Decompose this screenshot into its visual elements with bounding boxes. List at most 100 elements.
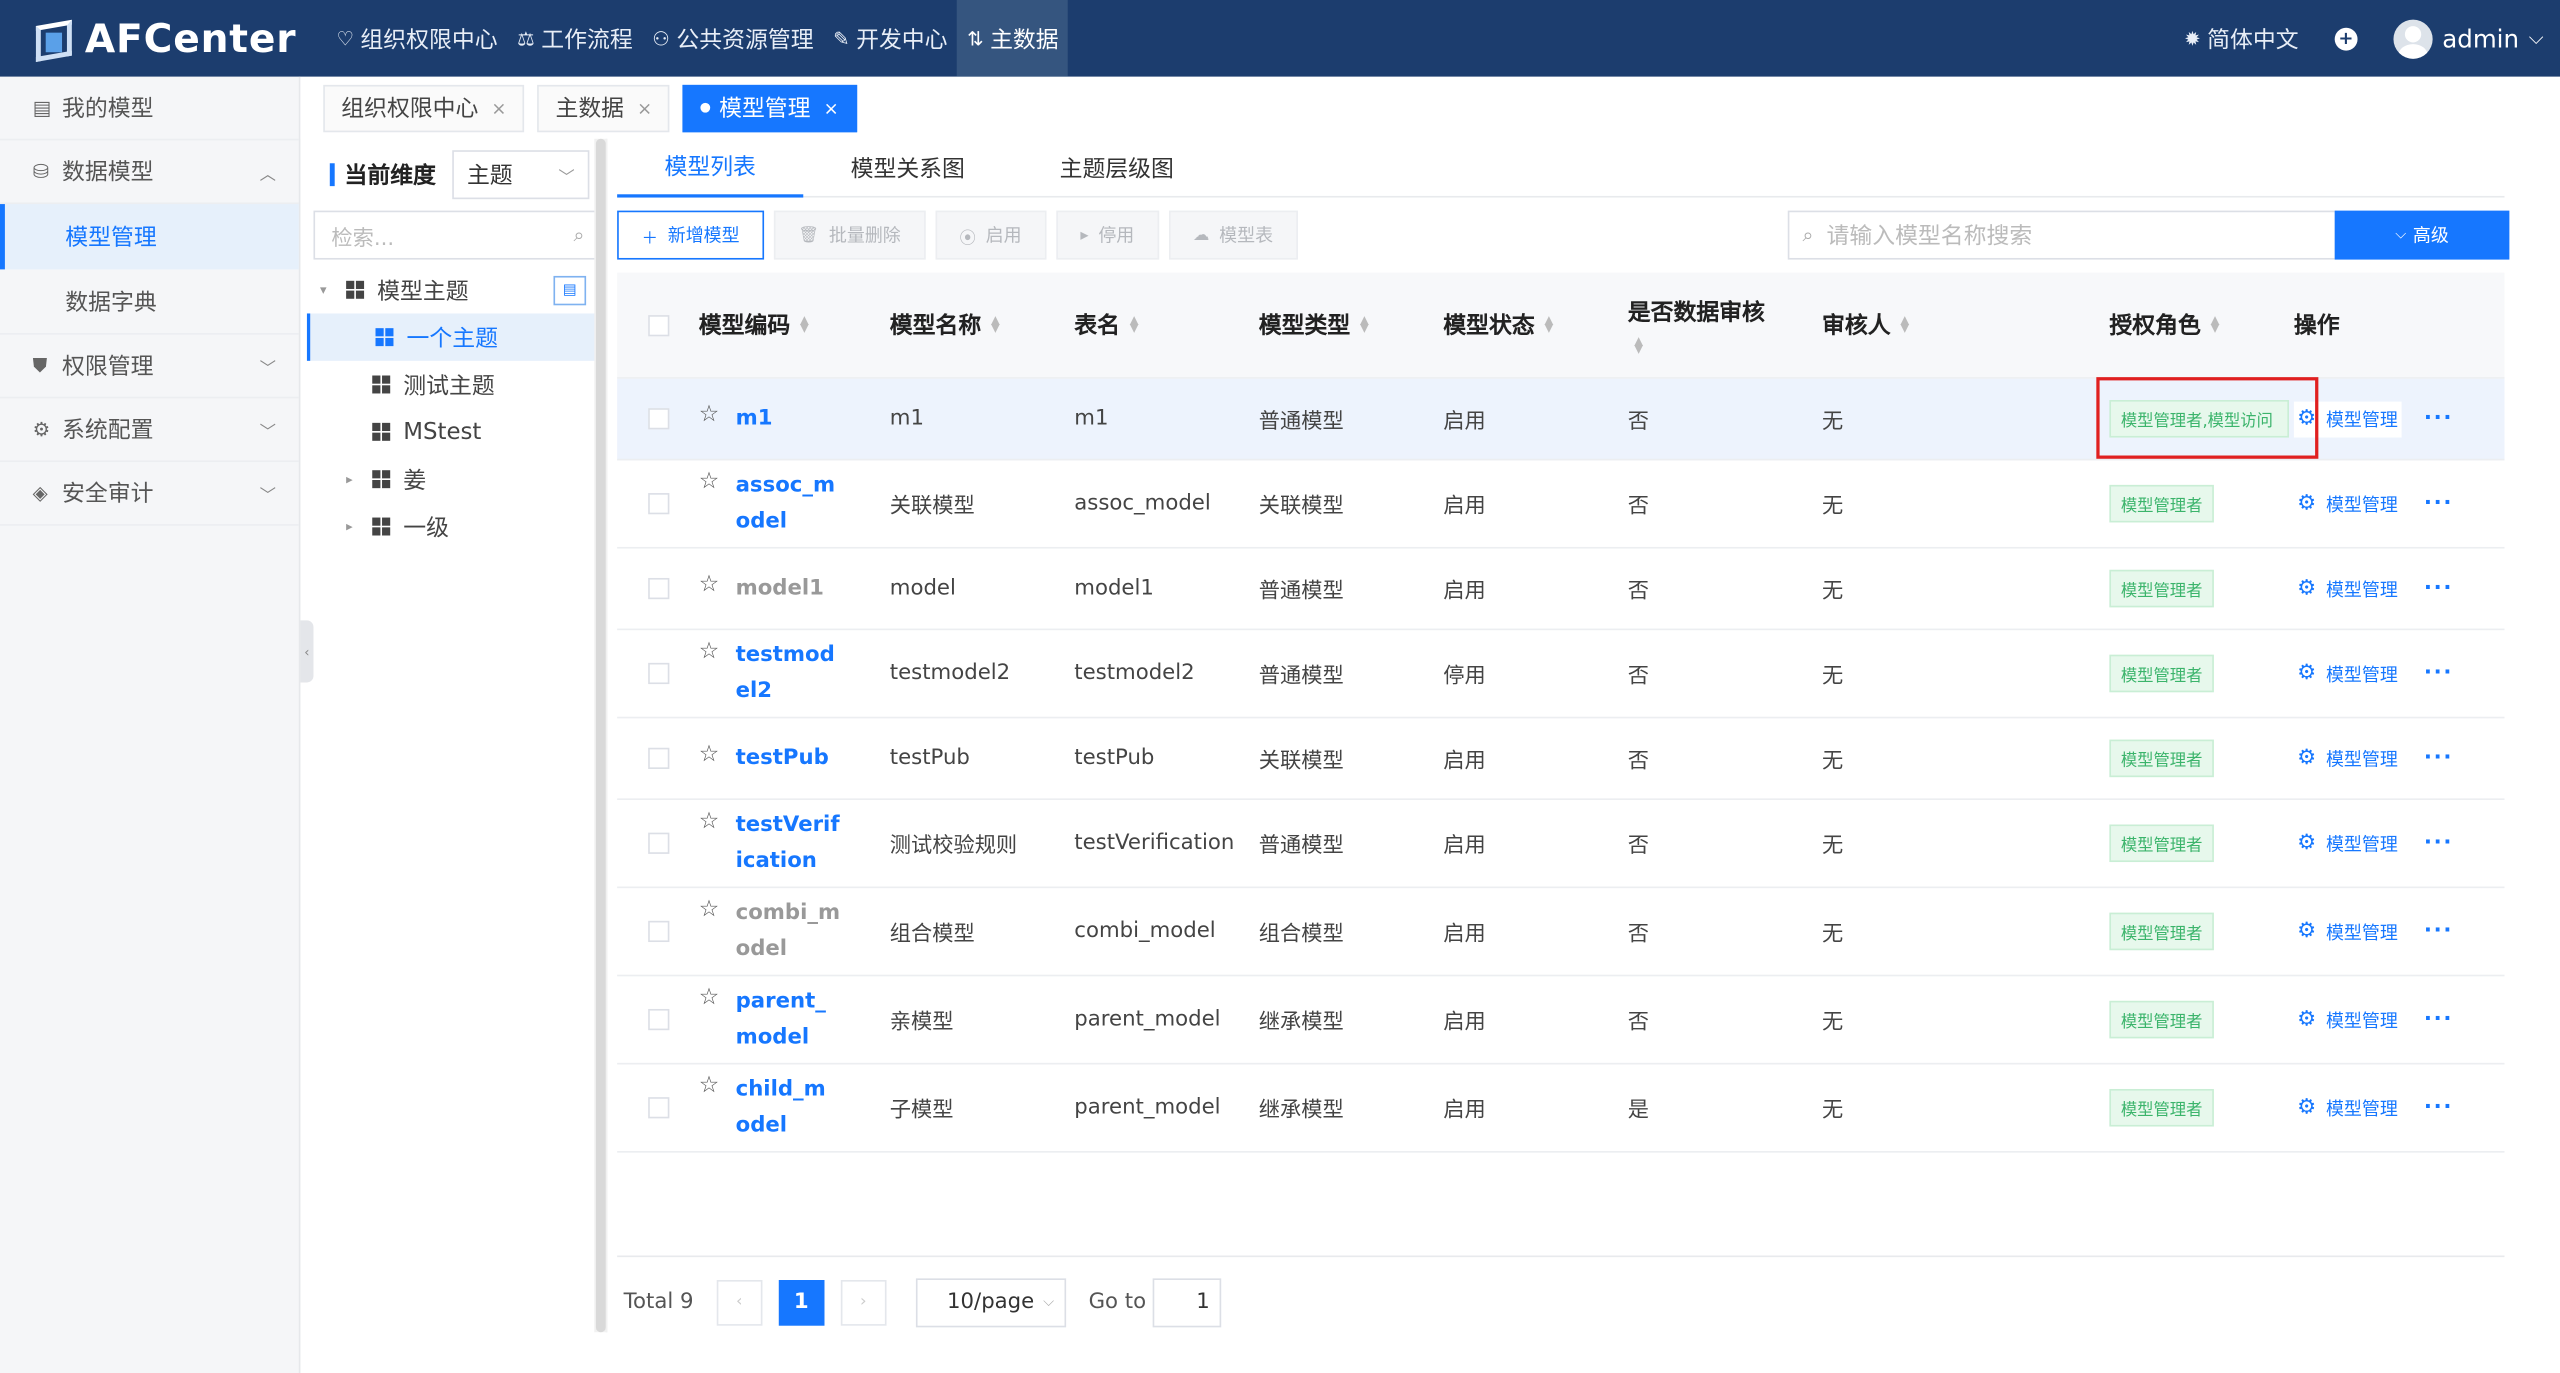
- page-number-button[interactable]: 1: [778, 1279, 825, 1325]
- row-checkbox[interactable]: [647, 662, 669, 685]
- app-logo[interactable]: AFCenter: [0, 16, 310, 61]
- row-checkbox[interactable]: [647, 1097, 669, 1119]
- star-icon[interactable]: ☆: [699, 807, 720, 833]
- model-table-button[interactable]: ☁ 模型表: [1168, 210, 1298, 260]
- sidebar-item-data-dictionary[interactable]: 数据字典: [0, 269, 299, 335]
- advanced-search-button[interactable]: ⌵ 高级: [2334, 210, 2510, 260]
- view-tab[interactable]: 模型关系图: [803, 139, 1012, 198]
- avatar[interactable]: [2393, 18, 2433, 58]
- model-code-link[interactable]: testVerification: [736, 807, 840, 879]
- chevron-down-icon[interactable]: ⌵: [2529, 26, 2544, 50]
- tree-node[interactable]: 测试主题: [307, 361, 606, 408]
- more-icon[interactable]: ···: [2424, 1007, 2453, 1031]
- disable-button[interactable]: ▸ 停用: [1055, 210, 1159, 260]
- sidebar-item-my-models[interactable]: ▤ 我的模型: [0, 77, 299, 141]
- tree-node[interactable]: ▸ 姜: [307, 456, 606, 503]
- row-checkbox[interactable]: [647, 408, 669, 430]
- more-icon[interactable]: ···: [2424, 919, 2453, 943]
- select-all-checkbox[interactable]: [647, 314, 669, 336]
- tab-org-permission[interactable]: 组织权限中心 ×: [323, 84, 525, 132]
- view-tab[interactable]: 模型列表: [617, 139, 804, 198]
- nav-item[interactable]: ⇅ 主数据: [957, 0, 1069, 77]
- batch-delete-button[interactable]: 🗑 批量删除: [773, 210, 926, 260]
- more-icon[interactable]: ···: [2424, 407, 2453, 431]
- more-icon[interactable]: ···: [2424, 661, 2453, 685]
- close-icon[interactable]: ×: [824, 97, 839, 118]
- tree-node[interactable]: MStest: [307, 408, 606, 455]
- dimension-select[interactable]: 主题 ﹀: [452, 150, 590, 200]
- model-manage-link[interactable]: ⚙ 模型管理: [2293, 570, 2402, 607]
- model-code-link[interactable]: model1: [736, 571, 840, 607]
- nav-item[interactable]: ♡ 组织权限中心: [327, 0, 508, 77]
- expand-toggle-icon[interactable]: ▸: [346, 472, 362, 487]
- sort-icon[interactable]: ▲ ▼: [1544, 314, 1553, 334]
- model-manage-link[interactable]: ⚙ 模型管理: [2293, 485, 2402, 522]
- model-code-link[interactable]: m1: [736, 401, 840, 437]
- help-icon[interactable]: +: [2334, 26, 2358, 50]
- sort-icon[interactable]: ▲ ▼: [991, 314, 1000, 334]
- model-code-link[interactable]: combi_model: [736, 896, 840, 968]
- row-checkbox[interactable]: [647, 920, 669, 943]
- header-code[interactable]: 模型编码 ▲ ▼: [699, 309, 890, 342]
- sort-icon[interactable]: ▲ ▼: [1900, 314, 1909, 334]
- sidebar-item-permission[interactable]: ⛊ 权限管理 ﹀: [0, 335, 299, 399]
- tree-node[interactable]: ▸ 一级: [307, 503, 606, 550]
- row-checkbox[interactable]: [647, 747, 669, 769]
- header-auditor[interactable]: 审核人 ▲ ▼: [1822, 309, 2109, 342]
- star-icon[interactable]: ☆: [699, 740, 720, 766]
- star-icon[interactable]: ☆: [699, 571, 720, 597]
- table-row[interactable]: ☆ testVerification 测试校验规则 testVerification 普…: [617, 800, 2505, 889]
- model-code-link[interactable]: testmodel2: [736, 638, 840, 710]
- tree-node[interactable]: 一个主题: [306, 313, 606, 361]
- tree-node[interactable]: ▾ 模型主题 ▤: [307, 266, 606, 313]
- tab-model-management[interactable]: 模型管理 ×: [683, 84, 857, 132]
- header-type[interactable]: 模型类型 ▲ ▼: [1259, 309, 1443, 342]
- table-row[interactable]: ☆ child_model 子模型 parent_model 继承模型 启用 是 无 模型管理者…: [617, 1064, 2505, 1153]
- goto-page-input[interactable]: 1: [1152, 1277, 1222, 1327]
- row-checkbox[interactable]: [647, 832, 669, 854]
- header-table[interactable]: 表名 ▲ ▼: [1074, 309, 1258, 342]
- model-manage-link[interactable]: ⚙ 模型管理: [2293, 655, 2402, 692]
- add-model-button[interactable]: ＋ 新增模型: [617, 210, 765, 260]
- sort-icon[interactable]: ▲ ▼: [1634, 336, 1643, 356]
- model-code-link[interactable]: testPub: [736, 740, 840, 776]
- header-name[interactable]: 模型名称 ▲ ▼: [890, 309, 1074, 342]
- star-icon[interactable]: ☆: [699, 401, 720, 427]
- sort-icon[interactable]: ▲ ▼: [1130, 314, 1139, 334]
- model-code-link[interactable]: parent_model: [736, 984, 840, 1056]
- row-checkbox[interactable]: [647, 1008, 669, 1031]
- more-icon[interactable]: ···: [2424, 491, 2453, 515]
- tree-scrollbar[interactable]: [594, 138, 608, 1333]
- table-row[interactable]: ☆ combi_model 组合模型 combi_model 组合模型 启用 否 无 模型管理者…: [617, 888, 2505, 977]
- model-manage-link[interactable]: ⚙ 模型管理: [2293, 913, 2402, 950]
- model-code-link[interactable]: assoc_model: [736, 468, 840, 540]
- header-role[interactable]: 授权角色 ▲ ▼: [2109, 309, 2293, 342]
- table-row[interactable]: ☆ testPub testPub testPub 关联模型 启用 否 无 模型管理者 ⚙ 模型管理…: [617, 718, 2505, 800]
- expand-toggle-icon[interactable]: ▸: [346, 519, 362, 534]
- close-icon[interactable]: ×: [637, 97, 652, 118]
- model-manage-link[interactable]: ⚙ 模型管理: [2293, 825, 2402, 862]
- nav-item[interactable]: ⚇ 公共资源管理: [643, 0, 824, 77]
- star-icon[interactable]: ☆: [699, 468, 720, 494]
- model-manage-link[interactable]: ⚙ 模型管理: [2293, 740, 2402, 777]
- table-row[interactable]: ☆ model1 model model1 普通模型 启用 否 无 模型管理者 ⚙ 模型管理 ···: [617, 549, 2505, 631]
- view-tab[interactable]: 主题层级图: [1012, 139, 1221, 198]
- more-icon[interactable]: ···: [2424, 1096, 2453, 1120]
- more-icon[interactable]: ···: [2424, 746, 2453, 770]
- close-icon[interactable]: ×: [491, 97, 506, 118]
- sidebar-item-data-model[interactable]: ⛁ 数据模型 ︿: [0, 140, 299, 205]
- header-audit[interactable]: 是否数据审核 ▲ ▼: [1628, 296, 1822, 355]
- expand-toggle-icon[interactable]: ▾: [320, 282, 336, 297]
- sort-icon[interactable]: ▲ ▼: [800, 314, 809, 334]
- tree-search-input[interactable]: 检索... ⌕: [313, 210, 600, 260]
- star-icon[interactable]: ☆: [699, 984, 720, 1010]
- more-icon[interactable]: ···: [2424, 576, 2453, 600]
- collapse-panel-handle[interactable]: ‹: [300, 620, 314, 683]
- add-topic-icon[interactable]: ▤: [553, 275, 587, 305]
- star-icon[interactable]: ☆: [699, 896, 720, 922]
- model-search-input[interactable]: ⌕ 请输入模型名称搜索: [1787, 210, 2337, 260]
- prev-page-button[interactable]: ‹: [716, 1279, 763, 1325]
- nav-item[interactable]: ✎ 开发中心: [823, 0, 957, 77]
- page-size-select[interactable]: 10/page ⌵: [915, 1277, 1066, 1327]
- sidebar-item-model-management[interactable]: 模型管理: [0, 204, 299, 270]
